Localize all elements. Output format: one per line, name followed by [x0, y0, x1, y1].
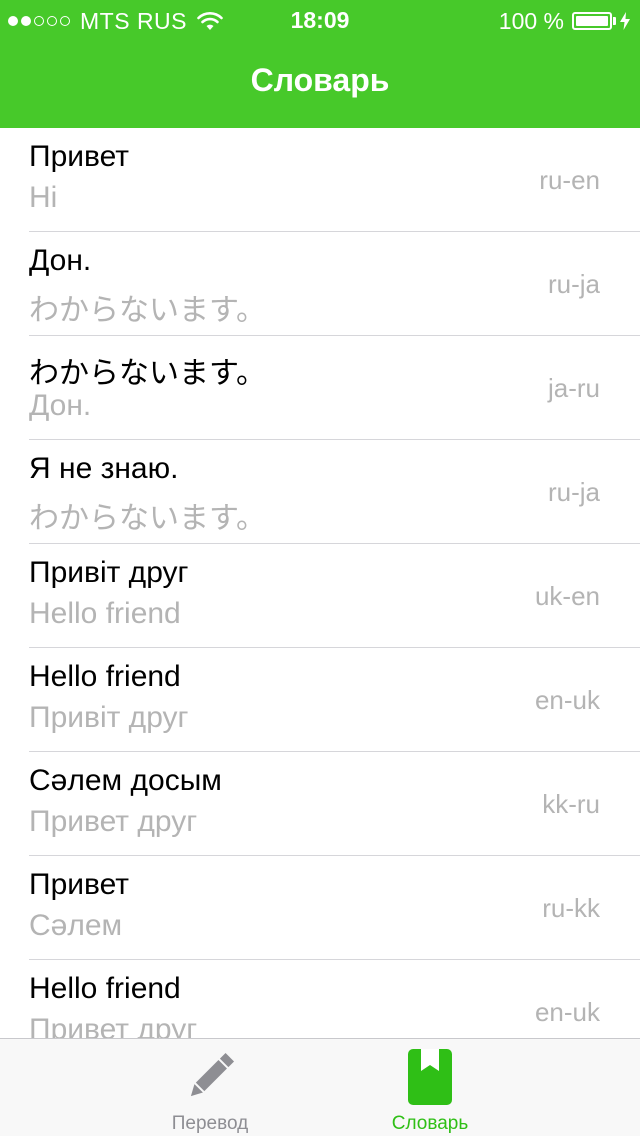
list-item[interactable]: Дон. わからないます。 ru-ja	[0, 232, 640, 336]
pencil-icon	[190, 1052, 235, 1097]
battery-percentage: 100 %	[498, 7, 564, 34]
tab-dictionary[interactable]: Словарь	[330, 1039, 530, 1137]
list-item[interactable]: わからないます。 Дон. ja-ru	[0, 336, 640, 440]
entry-source-text: Hello friend	[29, 972, 181, 1005]
entry-source-text: Я не знаю.	[29, 452, 179, 485]
entry-language-pair: ru-ja	[547, 477, 600, 507]
entry-translation-text: Привет друг	[29, 805, 198, 838]
list-item[interactable]: Привет Hi ru-en	[0, 128, 640, 232]
list-item[interactable]: Сәлем досым Привет друг kk-ru	[0, 752, 640, 856]
tab-bar: Перевод Словарь	[0, 1038, 640, 1136]
list-item[interactable]: Привіт друг Hello friend uk-en	[0, 544, 640, 648]
entry-source-text: Привет	[29, 868, 130, 901]
list-item[interactable]: Hello friend Привіт друг en-uk	[0, 648, 640, 752]
entry-language-pair: ru-ja	[547, 269, 600, 299]
entry-translation-text: Hi	[29, 181, 58, 214]
tab-translate-label: Перевод	[171, 1113, 249, 1134]
entry-translation-text: Дон.	[29, 389, 92, 422]
battery-icon	[572, 12, 612, 30]
entry-language-pair: uk-en	[534, 581, 600, 611]
entry-language-pair: ru-kk	[542, 893, 600, 923]
entry-translation-text: Привет друг	[29, 1013, 198, 1038]
entry-language-pair: ru-en	[539, 165, 600, 195]
app-header: MTS RUS 18:09 100 % Словарь	[0, 0, 640, 128]
page-title: Словарь	[250, 62, 390, 98]
entry-translation-text: Сәлем	[29, 909, 123, 942]
entry-translation-text: Привіт друг	[29, 701, 189, 734]
entry-source-text: Сәлем досым	[29, 764, 222, 797]
entry-source-text: Hello friend	[29, 660, 181, 693]
entry-source-text: Привіт друг	[29, 556, 189, 589]
status-bar: MTS RUS 18:09 100 %	[0, 0, 640, 40]
tab-dictionary-label: Словарь	[391, 1113, 469, 1134]
entry-translation-text: わからないます。	[29, 502, 266, 535]
entry-translation-text: Hello friend	[29, 597, 181, 630]
entry-source-text: わからないます。	[29, 357, 266, 390]
entry-source-text: Дон.	[29, 244, 92, 277]
list-item[interactable]: Я не знаю. わからないます。 ru-ja	[0, 440, 640, 544]
status-right: 100 %	[499, 7, 630, 35]
entry-language-pair: ja-ru	[547, 373, 600, 403]
list-item[interactable]: Привет Сәлем ru-kk	[0, 856, 640, 960]
entry-source-text: Привет	[29, 140, 130, 173]
bookmark-book-icon	[408, 1049, 452, 1105]
entry-language-pair: en-uk	[534, 685, 600, 715]
charging-bolt-icon	[620, 12, 630, 30]
tab-translate[interactable]: Перевод	[110, 1039, 310, 1137]
entry-language-pair: en-uk	[534, 997, 600, 1027]
entry-translation-text: わからないます。	[29, 294, 266, 327]
list-item[interactable]: Hello friend Привет друг en-uk	[0, 960, 640, 1038]
entry-language-pair: kk-ru	[542, 789, 600, 819]
dictionary-list[interactable]: Привет Hi ru-en Дон. わからないます。 ru-ja わからないます。 До…	[0, 128, 640, 1038]
